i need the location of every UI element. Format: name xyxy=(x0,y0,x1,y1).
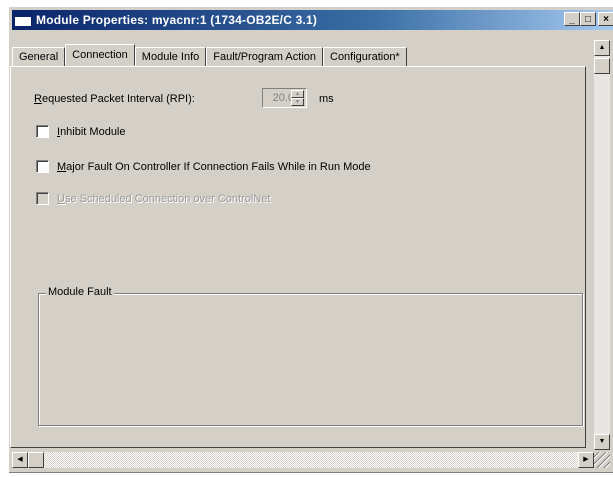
window-icon xyxy=(14,13,32,27)
minimize-button[interactable]: _ xyxy=(564,12,580,26)
resize-grip-icon[interactable] xyxy=(594,452,610,468)
horizontal-scroll-thumb[interactable] xyxy=(28,452,44,468)
major-fault-box[interactable] xyxy=(36,160,49,173)
tab-strip: General Connection Module Info Fault/Pro… xyxy=(12,44,407,66)
spin-down-icon[interactable]: ▼ xyxy=(291,98,304,106)
vertical-scroll-thumb[interactable] xyxy=(594,58,610,74)
scroll-right-icon[interactable]: ▶ xyxy=(578,452,594,468)
scheduled-connection-box xyxy=(36,192,49,205)
tab-connection[interactable]: Connection xyxy=(65,44,135,66)
tab-general[interactable]: General xyxy=(12,47,66,66)
module-fault-group xyxy=(38,293,583,426)
inhibit-module-box[interactable] xyxy=(36,125,49,138)
spin-up-icon[interactable]: ▲ xyxy=(291,90,304,98)
vertical-scrollbar[interactable]: ▲ ▼ xyxy=(594,40,610,450)
scheduled-connection-label: Use Scheduled Connection over ControlNet xyxy=(57,192,271,205)
inhibit-module-checkbox[interactable]: Inhibit Module xyxy=(36,125,126,138)
scroll-left-icon[interactable]: ◀ xyxy=(12,452,28,468)
module-fault-label: Module Fault xyxy=(46,286,114,298)
close-button[interactable]: × xyxy=(598,12,613,26)
scroll-down-icon[interactable]: ▼ xyxy=(594,434,610,450)
inhibit-module-label: Inhibit Module xyxy=(57,125,126,138)
scroll-up-icon[interactable]: ▲ xyxy=(594,40,610,56)
tab-fault-program-action[interactable]: Fault/Program Action xyxy=(206,47,323,66)
title-bar[interactable]: Module Properties: myacnr:1 (1734-OB2E/C… xyxy=(12,10,613,30)
rpi-spinner[interactable]: ▲ ▼ xyxy=(291,90,304,106)
tab-module-info[interactable]: Module Info xyxy=(134,47,207,66)
rpi-units: ms xyxy=(319,93,334,105)
major-fault-label: Major Fault On Controller If Connection … xyxy=(57,160,371,173)
scheduled-connection-checkbox: Use Scheduled Connection over ControlNet xyxy=(36,192,270,205)
window-title: Module Properties: myacnr:1 (1734-OB2E/C… xyxy=(36,13,318,27)
rpi-label: Requested Packet Interval (RPI): xyxy=(34,93,195,105)
horizontal-scrollbar[interactable]: ◀ ▶ xyxy=(12,452,594,468)
maximize-button[interactable]: □ xyxy=(580,12,596,26)
tab-configuration[interactable]: Configuration* xyxy=(323,47,407,66)
major-fault-checkbox[interactable]: Major Fault On Controller If Connection … xyxy=(36,160,371,173)
